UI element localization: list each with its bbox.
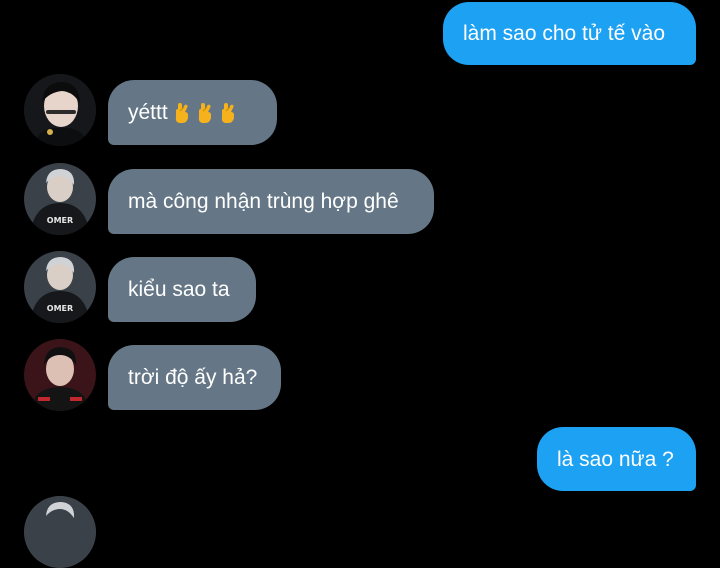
conversation-thread: làm sao cho tử tế vào yéttt OMER mà công…	[0, 0, 720, 568]
crossed-fingers-icon	[173, 102, 191, 124]
message-text: yéttt	[128, 101, 168, 124]
avatar-photo-user-c	[24, 339, 96, 411]
avatar[interactable]: OMER	[24, 251, 96, 323]
message-bubble-outgoing[interactable]: làm sao cho tử tế vào	[443, 2, 696, 65]
avatar-photo-user-b: OMER	[24, 163, 96, 235]
avatar-jersey-text: OMER	[47, 304, 73, 313]
message-bubble-outgoing[interactable]: là sao nữa ?	[537, 427, 696, 491]
message-bubble-incoming[interactable]: kiểu sao ta	[108, 257, 256, 322]
avatar-jersey-text: OMER	[47, 216, 73, 225]
avatar[interactable]	[24, 496, 96, 568]
crossed-fingers-icon	[219, 102, 237, 124]
message-bubble-incoming[interactable]: mà công nhận trùng hợp ghê	[108, 169, 434, 234]
crossed-fingers-icon	[196, 102, 214, 124]
message-text: mà công nhận trùng hợp ghê	[128, 190, 399, 213]
message-bubble-incoming[interactable]: trời độ ấy hả?	[108, 345, 281, 410]
avatar[interactable]	[24, 74, 96, 146]
message-text: kiểu sao ta	[128, 278, 230, 301]
avatar-photo-user-b: OMER	[24, 251, 96, 323]
avatar[interactable]: OMER	[24, 163, 96, 235]
message-text: trời độ ấy hả?	[128, 366, 258, 389]
avatar[interactable]	[24, 339, 96, 411]
message-text: làm sao cho tử tế vào	[463, 22, 665, 45]
avatar-photo-user-a	[24, 74, 96, 146]
message-bubble-incoming[interactable]: yéttt	[108, 80, 277, 145]
avatar-photo-user-b	[24, 496, 96, 568]
message-text: là sao nữa ?	[557, 447, 674, 471]
